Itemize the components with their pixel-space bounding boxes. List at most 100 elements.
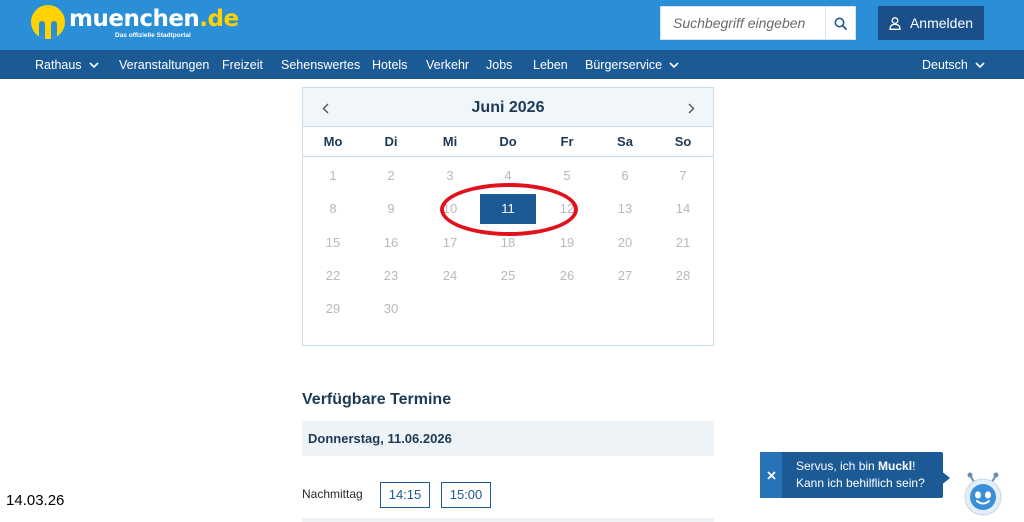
- appointments-title: Verfügbare Termine: [302, 391, 452, 408]
- calendar-day-disabled: 5: [563, 168, 571, 183]
- calendar-day-disabled: 25: [500, 268, 516, 283]
- nav-item-jobs[interactable]: Jobs: [486, 50, 512, 79]
- period-label: Nachmittag: [302, 487, 363, 501]
- calendar-day-disabled: 30: [383, 301, 399, 316]
- login-label: Anmelden: [909, 15, 974, 31]
- calendar-day-disabled: 26: [559, 268, 575, 283]
- chat-bot-name: Muckl: [878, 459, 913, 473]
- close-icon: [766, 470, 776, 480]
- calendar-next-button[interactable]: [681, 98, 701, 118]
- logo-subtitle: Das offizielle Stadtportal: [115, 32, 191, 39]
- nav-item-label: Leben: [533, 57, 568, 72]
- nav-item-rathaus[interactable]: Rathaus: [35, 50, 99, 79]
- nav-item-label: Verkehr: [426, 57, 470, 72]
- chat-bubble[interactable]: Servus, ich bin Muckl! Kann ich behilfli…: [760, 452, 943, 498]
- calendar-day-disabled: 7: [679, 168, 687, 183]
- logo-name: muenchen: [69, 6, 200, 32]
- nav-item-label: Sehenswertes: [281, 57, 361, 72]
- calendar-day-disabled: 18: [500, 235, 516, 250]
- appointment-date-bar: Donnerstag, 11.06.2026: [302, 421, 714, 456]
- nav-item-buergerservice[interactable]: Bürgerservice: [585, 50, 679, 79]
- calendar-day-disabled: 10: [442, 201, 458, 216]
- calendar-header: Juni 2026: [303, 88, 713, 127]
- appointment-date: Donnerstag, 11.06.2026: [308, 431, 452, 446]
- time-slot-button[interactable]: 14:15: [380, 482, 430, 508]
- calendar-day-disabled: 24: [442, 268, 458, 283]
- chevron-left-icon: [322, 103, 328, 113]
- nav-item-freizeit[interactable]: Freizeit: [222, 50, 263, 79]
- language-selector[interactable]: Deutsch: [922, 50, 985, 79]
- calendar-day-disabled: 23: [383, 268, 399, 283]
- chevron-right-icon: [688, 103, 694, 113]
- calendar-month-title: Juni 2026: [471, 99, 545, 116]
- nav-item-leben[interactable]: Leben: [533, 50, 568, 79]
- calendar-day-disabled: 19: [559, 235, 575, 250]
- calendar-day-disabled: 14: [675, 201, 691, 216]
- nav-item-verkehr[interactable]: Verkehr: [426, 50, 469, 79]
- divider: [302, 518, 714, 522]
- site-logo[interactable]: muenchen.de Das offizielle Stadtportal: [31, 5, 239, 45]
- chevron-down-icon: [975, 61, 985, 68]
- calendar-day-disabled: 13: [617, 201, 633, 216]
- weekday-label: Fr: [560, 134, 574, 149]
- chatbot-mascot-icon[interactable]: [958, 472, 1008, 516]
- nav-item-label: Bürgerservice: [585, 57, 663, 72]
- calendar-day-disabled: 27: [617, 268, 633, 283]
- nav-item-hotels[interactable]: Hotels: [372, 50, 407, 79]
- calendar-day-disabled: 9: [387, 201, 395, 216]
- weekday-row: Mo Di Mi Do Fr Sa So: [303, 127, 713, 157]
- weekday-label: Sa: [617, 134, 633, 149]
- weekday-label: Do: [499, 134, 517, 149]
- calendar-day-selected[interactable]: 11: [480, 194, 536, 224]
- search-icon: [834, 17, 847, 30]
- login-button[interactable]: Anmelden: [878, 6, 984, 40]
- weekday-label: Mi: [442, 134, 458, 149]
- chat-message: Servus, ich bin Muckl! Kann ich behilfli…: [796, 458, 925, 492]
- calendar-day-disabled: 2: [387, 168, 395, 183]
- calendar-day-disabled: 16: [383, 235, 399, 250]
- calendar-day-disabled: 28: [675, 268, 691, 283]
- chevron-down-icon: [88, 61, 99, 68]
- nav-item-sehenswertes[interactable]: Sehenswertes: [281, 50, 360, 79]
- search-input[interactable]: [661, 7, 827, 39]
- chat-line1-suffix: !: [912, 459, 916, 473]
- weekday-label: Mo: [323, 134, 343, 149]
- calendar-day-disabled: 20: [617, 235, 633, 250]
- calendar-day-disabled: 29: [325, 301, 341, 316]
- calendar-day-disabled: 17: [442, 235, 458, 250]
- language-label: Deutsch: [922, 57, 968, 72]
- logo-tld: .de: [199, 6, 239, 32]
- nav-item-label: Freizeit: [222, 57, 263, 72]
- weekday-label: So: [674, 134, 692, 149]
- calendar-day-disabled: 22: [325, 268, 341, 283]
- time-slot-button[interactable]: 15:00: [441, 482, 491, 508]
- calendar-day-disabled: 6: [621, 168, 629, 183]
- chat-close-button[interactable]: [760, 452, 782, 498]
- nav-item-label: Veranstaltungen: [119, 57, 210, 72]
- calendar-day-disabled: 8: [329, 201, 337, 216]
- calendar-day-disabled: 15: [325, 235, 341, 250]
- calendar-day-disabled: 4: [504, 168, 512, 183]
- weekday-label: Di: [384, 134, 398, 149]
- calendar-day-disabled: 21: [675, 235, 691, 250]
- nav-item-label: Rathaus: [35, 57, 82, 72]
- main-nav: Rathaus Veranstaltungen Freizeit Sehensw…: [0, 50, 1024, 79]
- calendar: Juni 2026 Mo Di Mi Do Fr Sa So 1 2 3 4 5 6 7 8 9 10 11 12…: [302, 87, 714, 346]
- nav-item-label: Hotels: [372, 57, 408, 72]
- chat-line2: Kann ich behilflich sein?: [796, 476, 925, 490]
- nav-item-veranstaltungen[interactable]: Veranstaltungen: [119, 50, 209, 79]
- calendar-prev-button[interactable]: [315, 98, 335, 118]
- chat-bubble-tail: [940, 470, 950, 486]
- chevron-down-icon: [669, 61, 679, 68]
- chat-line1-prefix: Servus, ich bin: [796, 459, 879, 473]
- search-box: [660, 6, 856, 40]
- calendar-day-disabled: 3: [446, 168, 454, 183]
- search-button[interactable]: [825, 7, 855, 39]
- user-icon: [889, 16, 901, 30]
- calendar-day-disabled: 1: [329, 168, 337, 183]
- nav-item-label: Jobs: [486, 57, 513, 72]
- timestamp: 14.03.26: [6, 492, 65, 509]
- logo-icon: [31, 5, 65, 39]
- site-header: muenchen.de Das offizielle Stadtportal A…: [0, 0, 1024, 50]
- calendar-day-disabled: 12: [559, 201, 575, 216]
